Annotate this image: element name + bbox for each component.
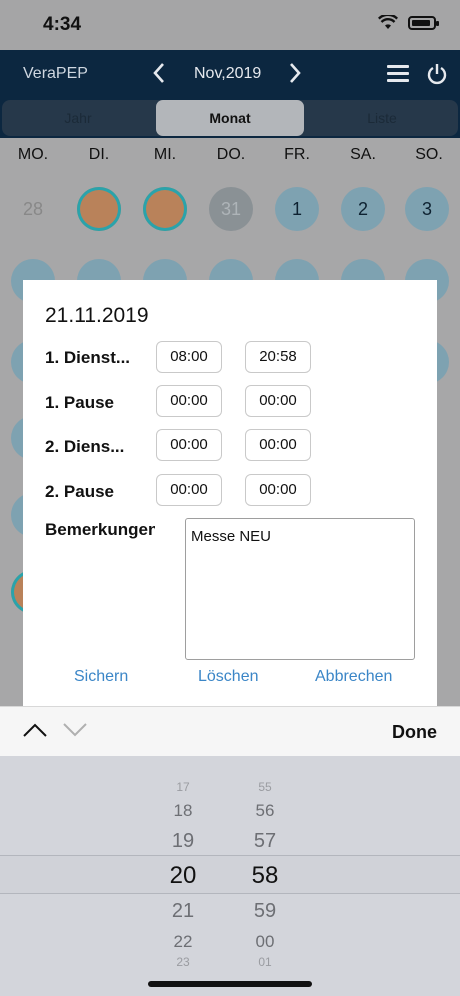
delete-button[interactable]: Löschen <box>198 668 259 686</box>
row-label: 2. Diens... <box>45 437 125 456</box>
hour-option[interactable]: 18 <box>153 801 213 821</box>
save-button[interactable]: Sichern <box>74 668 128 686</box>
row-label: 1. Dienst... <box>45 348 131 367</box>
tab-monat[interactable]: Monat <box>156 100 304 136</box>
hour-option[interactable]: 23 <box>153 955 213 969</box>
weekday-header: MO. DI. MI. DO. FR. SA. SO. <box>0 146 460 166</box>
weekday-label: SO. <box>415 146 443 163</box>
weekday-label: DI. <box>88 146 110 163</box>
next-month-button[interactable] <box>288 61 302 91</box>
minute-option[interactable]: 57 <box>235 830 295 853</box>
minute-option[interactable]: 59 <box>235 900 295 923</box>
app-title: VeraPEP <box>23 65 88 82</box>
segmented-control: Jahr Monat Liste <box>2 100 458 136</box>
weekday-label: SA. <box>350 146 376 163</box>
chevron-right-icon <box>290 63 301 83</box>
home-indicator[interactable] <box>148 981 312 987</box>
start-time-field[interactable]: 08:00 <box>156 341 222 373</box>
chevron-left-icon <box>153 63 164 83</box>
tab-liste[interactable]: Liste <box>306 100 458 136</box>
hour-option[interactable]: 19 <box>153 830 213 853</box>
hour-selected[interactable]: 20 <box>153 862 213 890</box>
minute-option[interactable]: 00 <box>235 932 295 952</box>
tab-jahr[interactable]: Jahr <box>2 100 154 136</box>
weekday-label: MO. <box>17 146 49 163</box>
minute-option[interactable]: 01 <box>235 955 295 969</box>
done-button[interactable]: Done <box>392 722 437 743</box>
hour-option[interactable]: 17 <box>153 780 213 794</box>
shift-edit-dialog: 21.11.2019 1. Dienst... 08:00 20:58 1. P… <box>23 280 437 706</box>
minute-selected[interactable]: 58 <box>235 862 295 890</box>
dialog-date: 21.11.2019 <box>45 304 149 327</box>
status-bar: 4:34 <box>0 0 460 50</box>
calendar-day[interactable]: 28 <box>11 187 55 231</box>
current-month: Nov,2019 <box>194 65 262 82</box>
next-field-button[interactable] <box>62 721 88 744</box>
chevron-up-icon <box>23 723 47 737</box>
time-picker[interactable]: 17 18 19 20 21 22 23 55 56 57 58 59 00 0… <box>0 756 460 996</box>
chevron-down-icon <box>63 723 87 737</box>
battery-icon <box>408 15 439 30</box>
end-time-field[interactable]: 00:00 <box>245 429 311 461</box>
input-accessory-toolbar: Done <box>0 706 460 756</box>
start-time-field[interactable]: 00:00 <box>156 385 222 417</box>
status-icons <box>378 15 439 30</box>
weekday-label: MI. <box>153 146 177 163</box>
end-time-field[interactable]: 00:00 <box>245 474 311 506</box>
minute-option[interactable]: 55 <box>235 780 295 794</box>
row-label: 1. Pause <box>45 393 114 412</box>
start-time-field[interactable]: 00:00 <box>156 429 222 461</box>
wifi-icon <box>378 15 398 29</box>
calendar-day[interactable] <box>77 187 121 231</box>
power-icon[interactable] <box>427 63 447 90</box>
end-time-field[interactable]: 00:00 <box>245 385 311 417</box>
previous-field-button[interactable] <box>22 721 48 744</box>
notes-textarea[interactable]: Messe NEU <box>185 518 415 660</box>
nav-bar: VeraPEP Nov,2019 <box>0 50 460 98</box>
status-time: 4:34 <box>43 14 82 35</box>
notes-label: Bemerkungen <box>45 520 155 539</box>
calendar-day[interactable]: 1 <box>275 187 319 231</box>
calendar-day[interactable]: 3 <box>405 187 449 231</box>
end-time-field[interactable]: 20:58 <box>245 341 311 373</box>
row-label: 2. Pause <box>45 482 114 501</box>
start-time-field[interactable]: 00:00 <box>156 474 222 506</box>
weekday-label: DO. <box>216 146 246 163</box>
minute-option[interactable]: 56 <box>235 801 295 821</box>
prev-month-button[interactable] <box>152 61 166 91</box>
hour-option[interactable]: 21 <box>153 900 213 923</box>
calendar-day[interactable] <box>143 187 187 231</box>
weekday-label: FR. <box>284 146 310 163</box>
calendar-day[interactable]: 31 <box>209 187 253 231</box>
calendar-day[interactable]: 2 <box>341 187 385 231</box>
menu-icon[interactable] <box>387 65 409 83</box>
cancel-button[interactable]: Abbrechen <box>315 668 392 686</box>
hour-option[interactable]: 22 <box>153 932 213 952</box>
view-switcher: Jahr Monat Liste <box>0 98 460 138</box>
picker-selection-band <box>0 855 460 894</box>
